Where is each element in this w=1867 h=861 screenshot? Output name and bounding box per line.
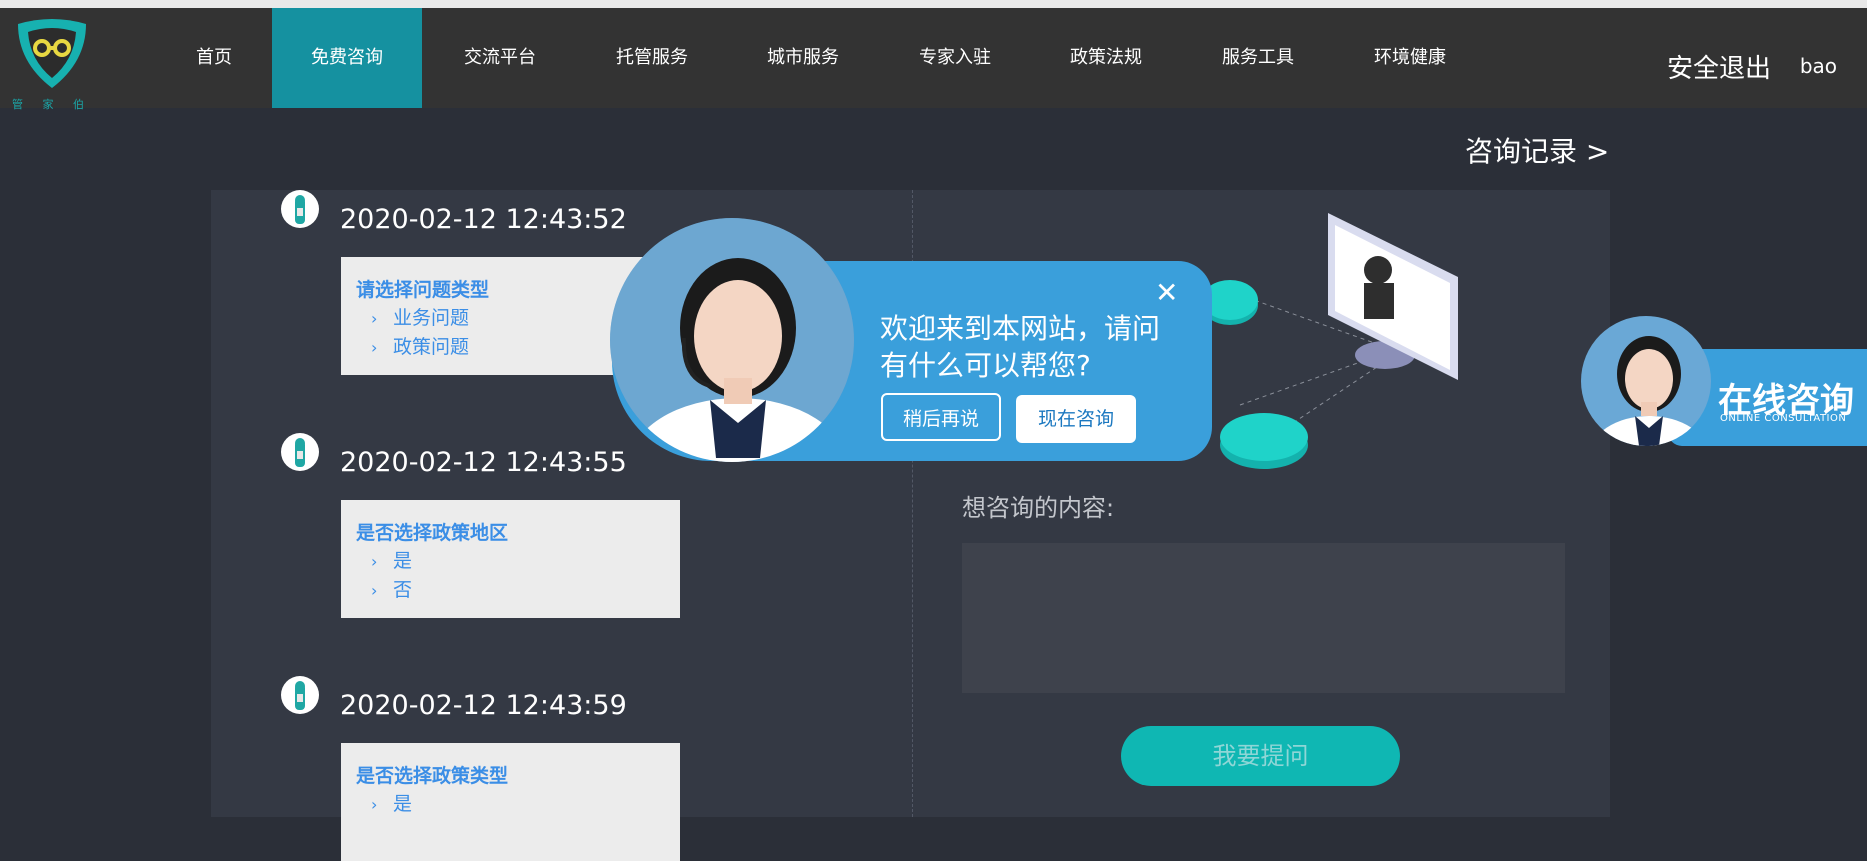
nav-item-home[interactable]: 首页	[139, 8, 289, 108]
bot-avatar-icon	[295, 438, 305, 467]
message-timestamp: 2020-02-12 12:43:59	[340, 690, 627, 721]
username[interactable]: bao	[1800, 54, 1837, 78]
top-navbar: 管 家 伯 首页 免费咨询 交流平台 托管服务 城市服务 专家入驻 政策法规 服…	[0, 8, 1867, 111]
message-option[interactable]: › 政策问题	[371, 332, 469, 359]
message-timestamp: 2020-02-12 12:43:55	[340, 447, 627, 478]
message-option[interactable]: › 否	[371, 575, 412, 602]
chevron-right-icon: ›	[371, 552, 378, 571]
message-card: 是否选择政策类型 › 是	[341, 743, 680, 861]
bot-avatar-icon	[295, 681, 305, 710]
message-timestamp: 2020-02-12 12:43:52	[340, 204, 627, 235]
logout-link[interactable]: 安全退出	[1667, 48, 1771, 85]
content-label: 想咨询的内容:	[962, 494, 1115, 522]
bot-avatar	[281, 190, 319, 228]
close-icon[interactable]: ✕	[1155, 276, 1178, 309]
logo-text: 管 家 伯	[12, 98, 92, 111]
nav-item-environment[interactable]: 环境健康	[1335, 8, 1485, 108]
agent-avatar-icon	[1581, 316, 1711, 446]
agent-avatar-icon	[610, 218, 854, 462]
later-button[interactable]: 稍后再说	[881, 393, 1001, 441]
online-consult-subtitle: ONLINE CONSULTATION	[1720, 413, 1847, 424]
logo[interactable]: 管 家 伯	[12, 18, 92, 114]
nav-item-experts[interactable]: 专家入驻	[880, 8, 1030, 108]
nav-item-custody[interactable]: 托管服务	[577, 8, 727, 108]
top-border	[0, 0, 1867, 8]
consult-records-link[interactable]: 咨询记录 >	[1465, 130, 1609, 170]
nav-item-city-service[interactable]: 城市服务	[728, 8, 878, 108]
nav-item-tools[interactable]: 服务工具	[1183, 8, 1333, 108]
consult-illustration	[1202, 213, 1458, 469]
message-option[interactable]: › 是	[371, 546, 412, 573]
message-option[interactable]: › 业务问题	[371, 303, 469, 330]
nav-item-free-consult[interactable]: 免费咨询	[272, 8, 422, 108]
message-title: 是否选择政策地区	[356, 522, 509, 544]
nav-item-exchange[interactable]: 交流平台	[425, 8, 575, 108]
message-card: 是否选择政策地区 › 是 › 否	[341, 500, 680, 618]
chevron-right-icon: ›	[371, 581, 378, 600]
chevron-right-icon: ›	[371, 338, 378, 357]
bot-avatar-icon	[295, 195, 305, 224]
agent-photo	[610, 218, 854, 462]
consult-now-button[interactable]: 现在咨询	[1016, 395, 1136, 443]
content-textarea[interactable]	[962, 543, 1565, 693]
message-title: 是否选择政策类型	[356, 765, 509, 787]
message-option[interactable]: › 是	[371, 789, 412, 816]
nav-item-policies[interactable]: 政策法规	[1031, 8, 1181, 108]
bot-avatar	[281, 433, 319, 471]
online-agent-photo[interactable]	[1581, 316, 1711, 446]
chevron-right-icon: ›	[371, 309, 378, 328]
message-title: 请选择问题类型	[356, 279, 490, 301]
submit-question-button[interactable]: 我要提问	[1121, 726, 1400, 786]
popup-message: 欢迎来到本网站，请问有什么可以帮您?	[880, 312, 1161, 382]
logo-shield-icon	[18, 19, 86, 88]
bot-avatar	[281, 676, 319, 714]
chevron-right-icon: ›	[371, 795, 378, 814]
